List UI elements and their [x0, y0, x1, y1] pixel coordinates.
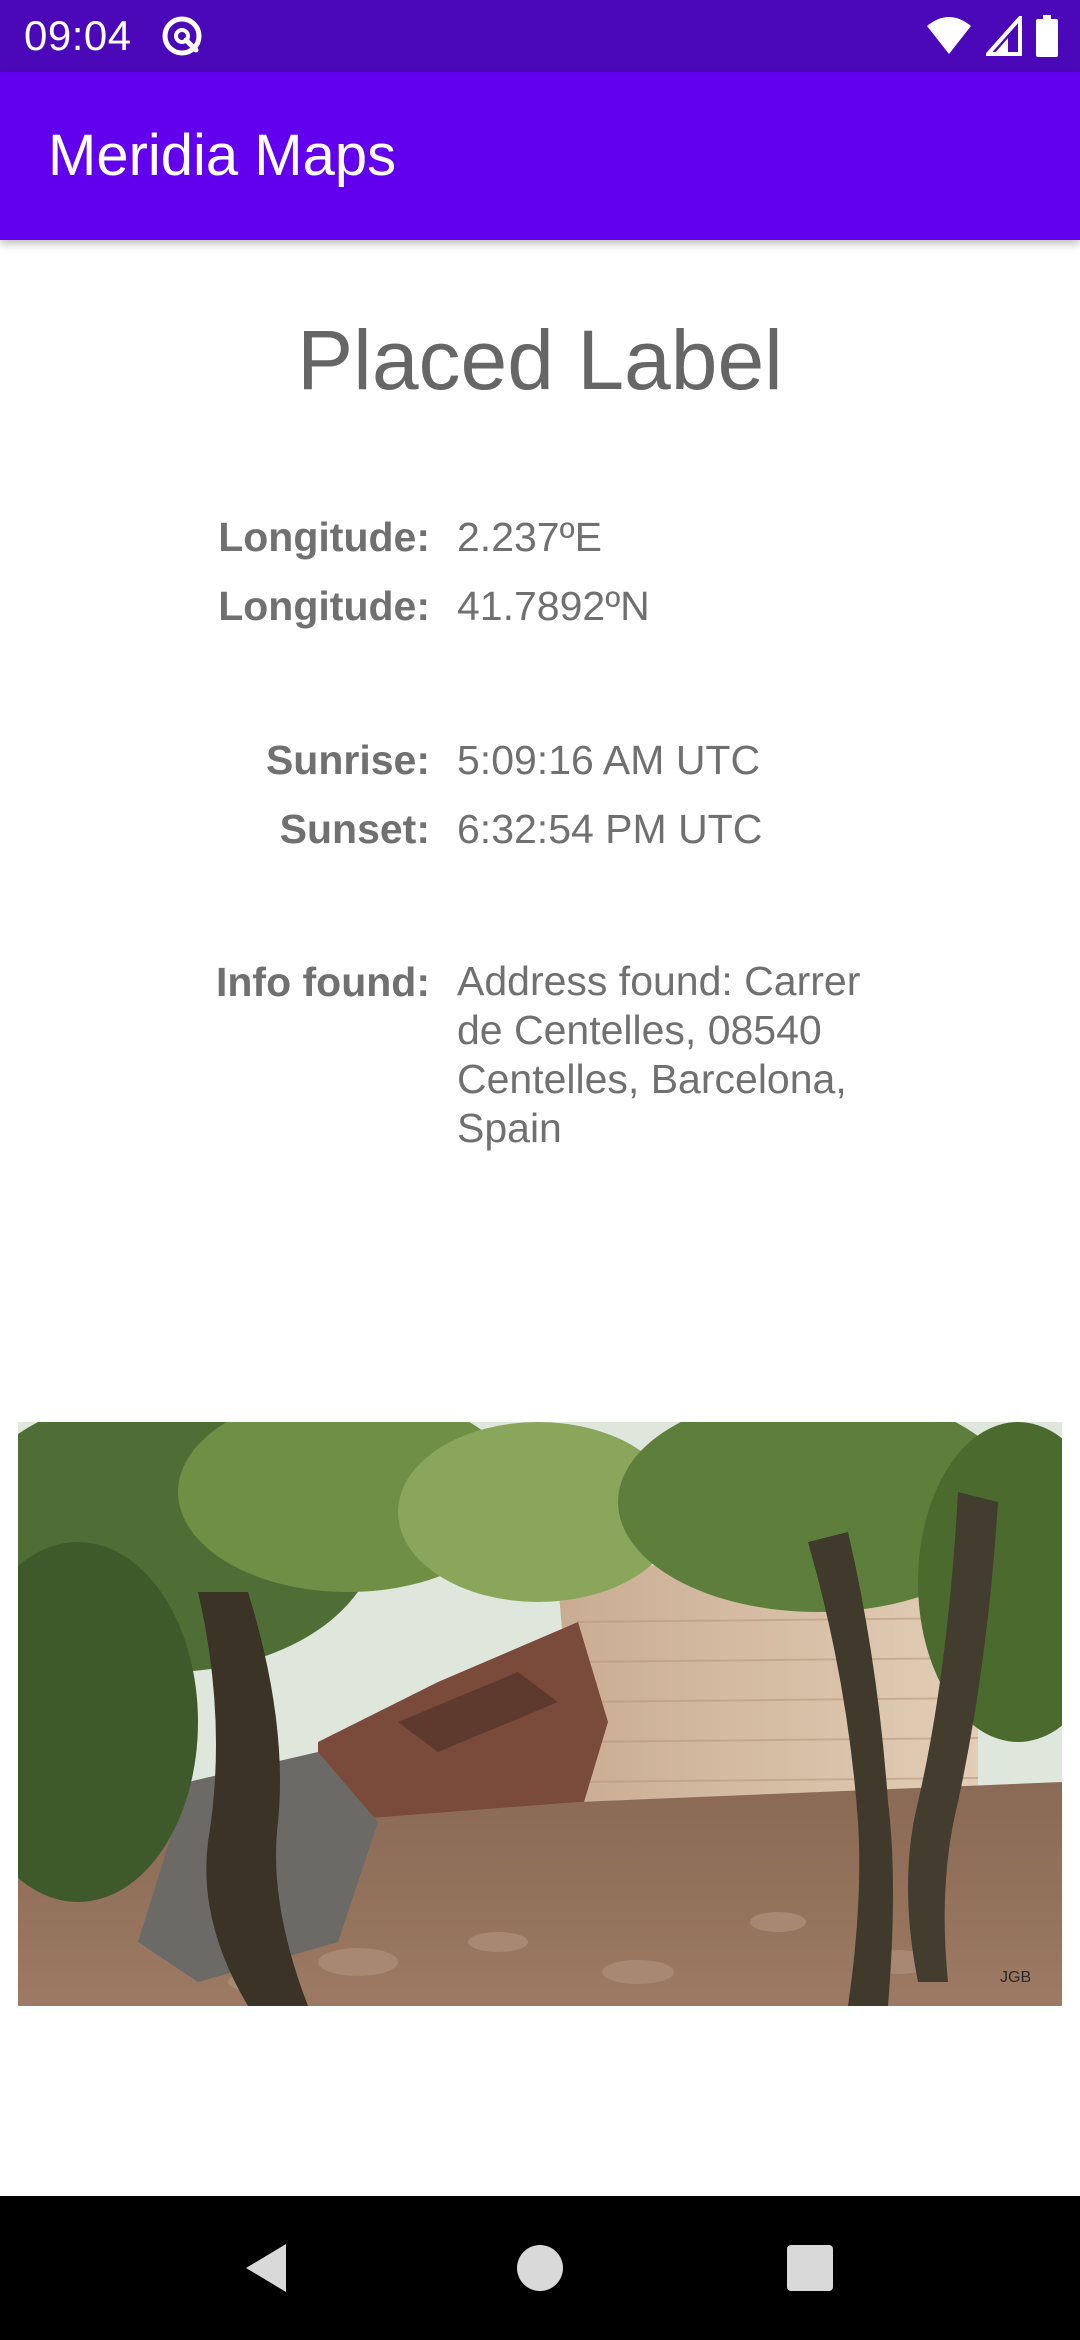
sunset-value: 6:32:54 PM UTC: [457, 806, 763, 852]
app-title: Meridia Maps: [48, 123, 397, 188]
location-photo: JGB: [18, 1422, 1062, 2006]
page-title: Placed Label: [297, 313, 783, 407]
sunset-row: Sunset: 6:32:54 PM UTC: [0, 804, 1080, 864]
back-icon[interactable]: [230, 2232, 302, 2304]
screen: 09:04 Meridia Maps Placed Label Longitud…: [0, 0, 1080, 2340]
longitude-row: Longitude: 2.237ºE: [0, 512, 1080, 572]
recents-icon[interactable]: [774, 2232, 846, 2304]
app-bar: Meridia Maps: [0, 72, 1080, 240]
sunrise-value: 5:09:16 AM UTC: [457, 737, 761, 783]
navigation-bar: [0, 2196, 1080, 2340]
latitude-label: Longitude:: [218, 583, 430, 629]
sunset-label: Sunset:: [279, 806, 430, 852]
info-label: Info found:: [215, 959, 430, 1005]
battery-icon: [1036, 15, 1058, 57]
at-sign-icon: [162, 16, 202, 56]
latitude-value: 41.7892ºN: [457, 583, 650, 629]
signal-icon: [986, 16, 1022, 56]
longitude-label: Longitude:: [218, 514, 430, 560]
photo-watermark: JGB: [1000, 1969, 1031, 1986]
location-photo-image: JGB: [18, 1422, 1062, 2006]
latitude-row: Longitude: 41.7892ºN: [0, 581, 1080, 641]
sunrise-row: Sunrise: 5:09:16 AM UTC: [0, 735, 1080, 795]
info-row: Info found: Address found: Carrer de Cen…: [0, 957, 1080, 1157]
home-icon[interactable]: [504, 2232, 576, 2304]
address-value: Address found: Carrer de Centelles, 0854…: [457, 958, 861, 1151]
status-icons: [926, 14, 1058, 58]
status-bar: 09:04: [0, 0, 1080, 72]
wifi-icon: [927, 17, 971, 54]
sunrise-label: Sunrise:: [265, 737, 430, 783]
longitude-value: 2.237ºE: [457, 514, 602, 560]
status-time: 09:04: [24, 12, 132, 59]
